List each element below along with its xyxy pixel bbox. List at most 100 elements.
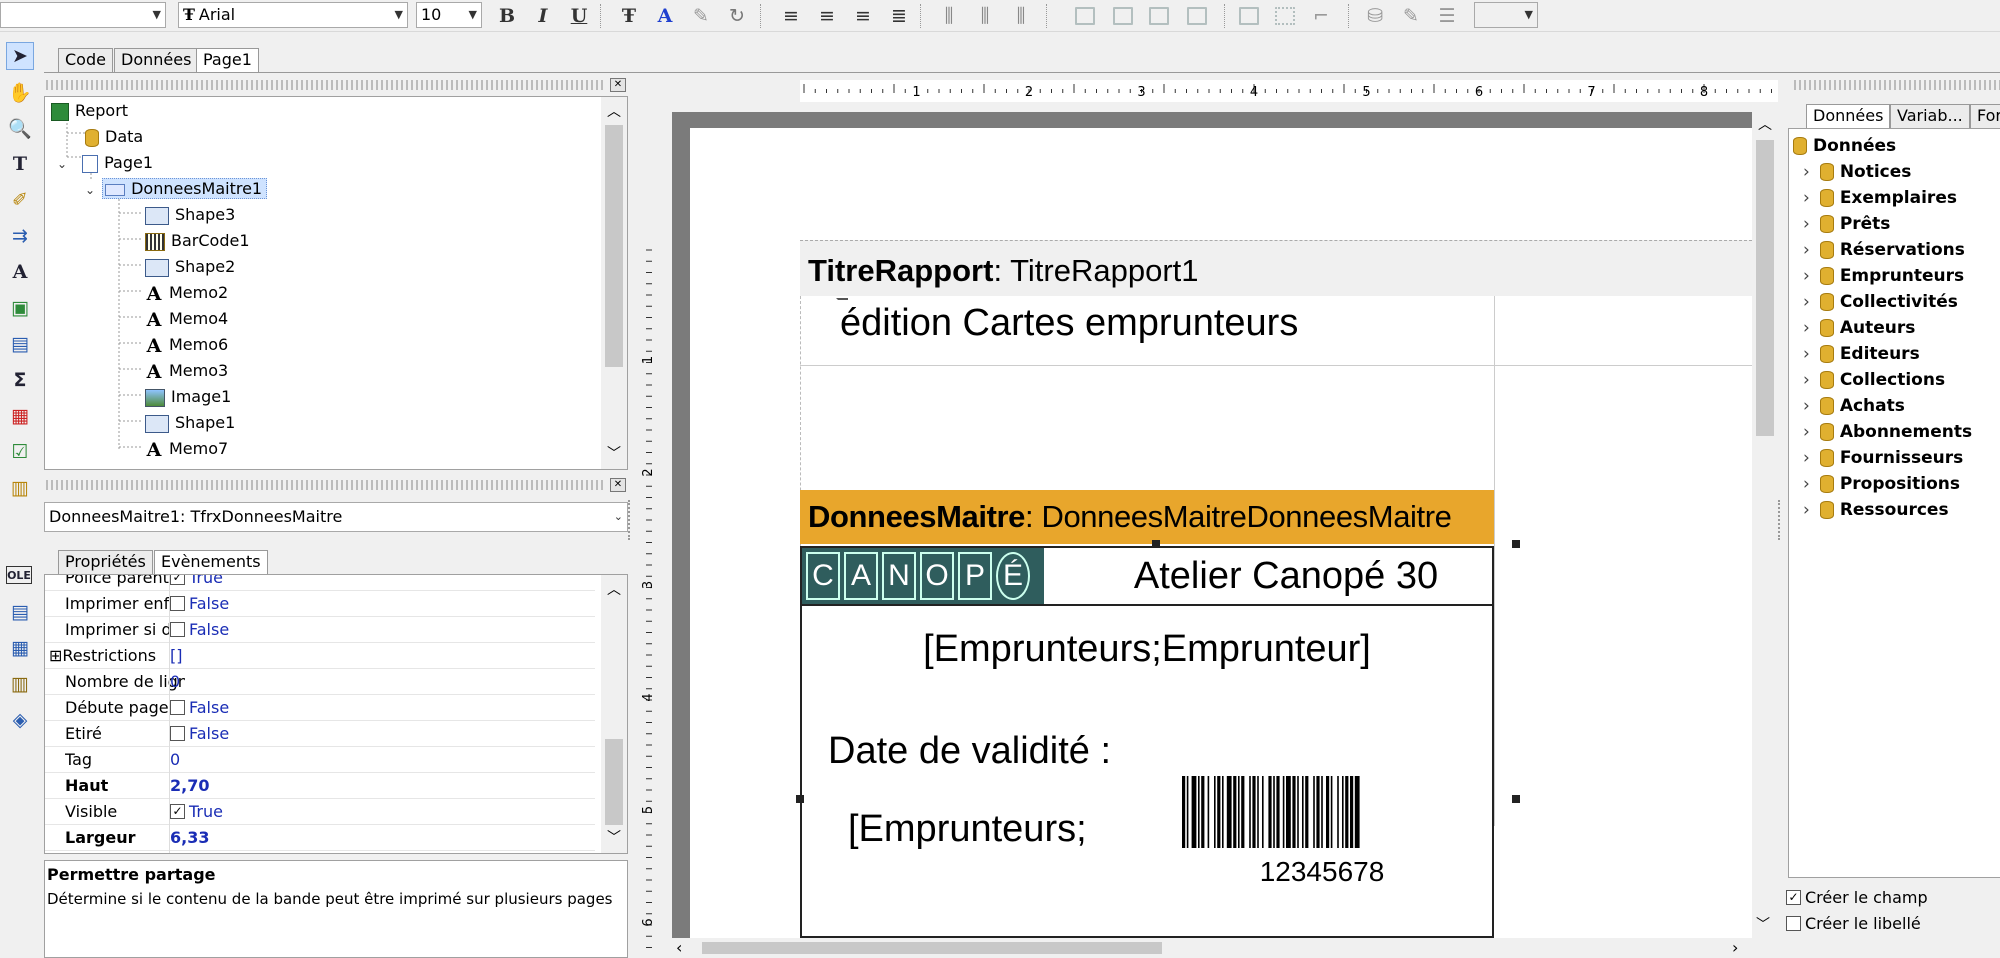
chevron-right-icon[interactable]: ›	[1803, 344, 1810, 364]
close-icon[interactable]: ✕	[610, 78, 626, 92]
create-label-option[interactable]: Créer le libellé	[1786, 914, 1921, 933]
italic-button[interactable]: I	[530, 3, 556, 29]
frame-style-icon[interactable]: ☰	[1434, 3, 1460, 29]
band-insert-icon[interactable]: ⇉	[6, 222, 34, 250]
chevron-right-icon[interactable]: ›	[1803, 240, 1810, 260]
chevron-up-icon[interactable]: ︿	[607, 579, 621, 599]
chevron-down-icon[interactable]: ﹀	[1756, 914, 1770, 934]
tree-item-shape3[interactable]: Shape3	[145, 203, 235, 227]
cross-tab-icon[interactable]: ▦	[6, 634, 34, 662]
checkbox-object-icon[interactable]: ☑	[6, 438, 34, 466]
tree-item-memo7[interactable]: A Memo7	[145, 437, 229, 461]
property-row[interactable]: Imprimer enfant False	[45, 591, 595, 617]
data-tree-item[interactable]: › Emprunteurs	[1803, 263, 1964, 289]
hand-tool-icon[interactable]: ✋	[6, 78, 34, 106]
data-tree-item[interactable]: › Abonnements	[1803, 419, 1972, 445]
tree-item-page1[interactable]: ⌄ Page1	[55, 151, 153, 175]
chevron-right-icon[interactable]: ›	[1803, 214, 1810, 234]
data-tree-item[interactable]: › Propositions	[1803, 471, 1960, 497]
align-center-icon[interactable]: ≡	[814, 3, 840, 29]
scrollbar-thumb[interactable]	[1756, 140, 1774, 436]
rich-text-icon[interactable]: ▤	[6, 598, 34, 626]
chart-object-icon[interactable]: ▥	[6, 474, 34, 502]
tree-item-memo2[interactable]: A Memo2	[145, 281, 229, 305]
property-row[interactable]: Police parent ✓ True	[45, 575, 595, 591]
checkbox-icon[interactable]	[170, 622, 185, 637]
shape-object-icon[interactable]: ◈	[6, 706, 34, 734]
property-row[interactable]: ⊞Restrictions[]	[45, 643, 595, 669]
splitter-grip[interactable]	[1778, 500, 1786, 540]
chevron-right-icon[interactable]: ›	[1803, 500, 1810, 520]
checkbox-icon[interactable]	[170, 700, 185, 715]
font-size-combo[interactable]: 10 ▼	[416, 2, 482, 28]
property-value[interactable]: ✓ True	[170, 799, 223, 824]
tree-item-barcode1[interactable]: BarCode1	[145, 229, 250, 253]
tab-right-fonctions[interactable]: For	[1970, 104, 2000, 128]
tab-donnees[interactable]: Données	[114, 48, 199, 72]
property-row[interactable]: Visible ✓ True	[45, 799, 595, 825]
chevron-right-icon[interactable]: ›	[1803, 396, 1810, 416]
font-name-combo[interactable]: Ŧ Arial ▼	[178, 2, 408, 28]
chevron-right-icon[interactable]: ›	[1803, 422, 1810, 442]
align-justify-icon[interactable]: ≣	[886, 3, 912, 29]
chevron-right-icon[interactable]: ›	[1803, 370, 1810, 390]
tab-evenements[interactable]: Evènements	[154, 550, 268, 574]
chevron-right-icon[interactable]: ›	[1803, 162, 1810, 182]
resize-handle[interactable]	[1152, 540, 1160, 548]
ole-object-icon[interactable]: OLE	[6, 566, 32, 584]
resize-handle[interactable]	[1512, 540, 1520, 548]
canope-logo[interactable]: CANOPÉ	[802, 548, 1044, 604]
data-tree-item[interactable]: › Réservations	[1803, 237, 1965, 263]
data-tree-item[interactable]: › Prêts	[1803, 211, 1890, 237]
zoom-tool-icon[interactable]: 🔍	[6, 114, 34, 142]
frame-left-icon[interactable]	[1146, 3, 1172, 29]
fill-color-icon[interactable]: ⛁	[1362, 3, 1388, 29]
property-row[interactable]: Imprimer si détailFalse	[45, 617, 595, 643]
close-icon[interactable]: ✕	[610, 478, 626, 492]
property-row[interactable]: Nombre de lignes0	[45, 669, 595, 695]
system-text-icon[interactable]: ▦	[6, 402, 34, 430]
canvas-hscrollbar[interactable]: ‹ ›	[672, 938, 1752, 958]
frame-width-combo[interactable]: ▼	[1474, 2, 1538, 28]
highlight-icon[interactable]: ✎	[688, 3, 714, 29]
chevron-right-icon[interactable]: ›	[1803, 292, 1810, 312]
tree-item-data[interactable]: Data	[85, 125, 143, 149]
chevron-down-icon[interactable]: ﹀	[607, 827, 621, 847]
splitter-grip[interactable]	[628, 500, 636, 540]
barcode-object-icon[interactable]: ▥	[6, 670, 34, 698]
tree-item-image1[interactable]: Image1	[145, 385, 231, 409]
font-style-icon[interactable]: Ŧ	[616, 3, 642, 29]
property-value[interactable]: ✓ True	[170, 575, 223, 590]
chevron-down-icon[interactable]: ﹀	[607, 443, 621, 463]
format-copy-icon[interactable]: ✐	[6, 186, 34, 214]
object-selector-combo[interactable]: DonneesMaitre1: TfrxDonneesMaitre ⌄	[44, 502, 628, 532]
data-tree-item[interactable]: › Exemplaires	[1803, 185, 1957, 211]
property-row[interactable]: Débute page False	[45, 695, 595, 721]
data-tree-item[interactable]: › Ressources	[1803, 497, 1949, 523]
tree-item-report[interactable]: Report	[51, 99, 128, 123]
align-right-icon[interactable]: ≡	[850, 3, 876, 29]
tab-page1[interactable]: Page1	[196, 48, 259, 72]
font-color-icon[interactable]: A	[652, 3, 678, 29]
data-tree-item[interactable]: › Editeurs	[1803, 341, 1920, 367]
chevron-right-icon[interactable]: ›	[1732, 938, 1738, 957]
chevron-right-icon[interactable]: ›	[1803, 266, 1810, 286]
tree-item-shape1[interactable]: Shape1	[145, 411, 235, 435]
align-left-icon[interactable]: ≡	[778, 3, 804, 29]
report-page[interactable]: TitreRapport: TitreRapport1 édition Cart…	[690, 128, 1816, 938]
checkbox-icon[interactable]	[170, 726, 185, 741]
chevron-up-icon[interactable]: ︿	[607, 101, 621, 121]
chevron-right-icon[interactable]: ›	[1803, 318, 1810, 338]
text-tool-icon[interactable]: T	[6, 150, 34, 178]
tree-scrollbar[interactable]: ︿ ﹀	[601, 97, 627, 469]
checkbox-icon[interactable]	[1786, 916, 1801, 931]
tab-right-variables[interactable]: Variab...	[1890, 104, 1970, 128]
property-value[interactable]: False	[170, 721, 229, 746]
data-tree-item[interactable]: › Collectivités	[1803, 289, 1958, 315]
master-band-header[interactable]: DonneesMaitre: DonneesMaitreDonneesMaitr…	[800, 490, 1494, 544]
validity-label[interactable]: Date de validité :	[828, 730, 1111, 773]
chevron-down-icon[interactable]: ⌄	[83, 178, 97, 202]
chevron-right-icon[interactable]: ›	[1803, 188, 1810, 208]
frame-top-icon[interactable]	[1072, 3, 1098, 29]
property-row[interactable]: Etiré False	[45, 721, 595, 747]
